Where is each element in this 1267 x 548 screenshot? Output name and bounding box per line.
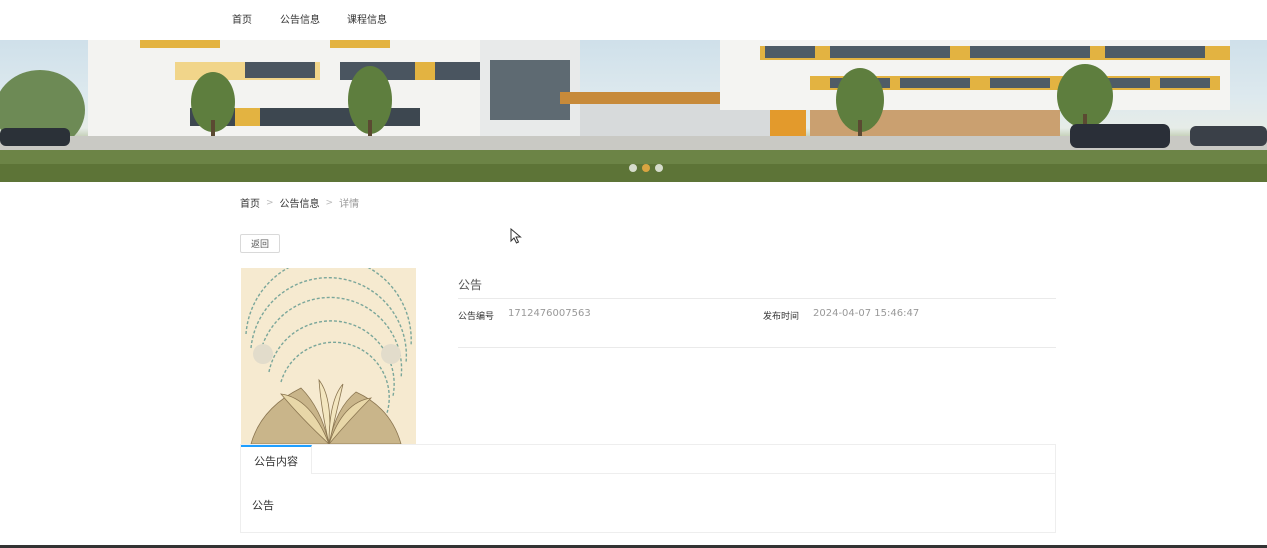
open-book-illustration	[241, 268, 416, 444]
breadcrumb-current: 详情	[339, 199, 360, 210]
content-tabs: 公告内容	[241, 445, 1055, 474]
publish-time-value: 2024-04-07 15:46:47	[813, 308, 920, 319]
nav-item-notices[interactable]: 公告信息	[280, 11, 320, 26]
carousel-dot-3[interactable]	[655, 164, 663, 172]
notice-cover-image	[241, 268, 416, 444]
back-button[interactable]: 返回	[240, 234, 280, 253]
notice-content-body: 公告	[252, 499, 274, 512]
carousel-dot-1[interactable]	[629, 164, 637, 172]
breadcrumb: 首页 > 公告信息 > 详情	[240, 195, 360, 211]
notice-id-value: 1712476007563	[508, 308, 591, 319]
notice-id-label: 公告编号	[458, 312, 495, 322]
banner-carousel[interactable]	[0, 40, 1267, 182]
tab-notice-content[interactable]: 公告内容	[241, 445, 312, 474]
breadcrumb-separator: >	[325, 197, 334, 208]
top-nav: 首页 公告信息 课程信息	[0, 0, 1267, 40]
content-panel: 公告内容 公告	[240, 444, 1056, 533]
publish-time-label: 发布时间	[763, 312, 800, 322]
breadcrumb-notices[interactable]: 公告信息	[280, 195, 320, 210]
nav-item-courses[interactable]: 课程信息	[347, 11, 387, 26]
divider	[458, 347, 1056, 348]
carousel-dots	[629, 164, 663, 172]
divider	[458, 298, 1056, 299]
school-building-image	[0, 40, 1267, 182]
mouse-cursor-icon	[510, 228, 522, 244]
carousel-dot-2[interactable]	[642, 164, 650, 172]
breadcrumb-home[interactable]: 首页	[240, 195, 260, 210]
notice-title: 公告	[458, 278, 483, 292]
nav-item-home[interactable]: 首页	[232, 11, 252, 26]
breadcrumb-separator: >	[266, 197, 274, 208]
